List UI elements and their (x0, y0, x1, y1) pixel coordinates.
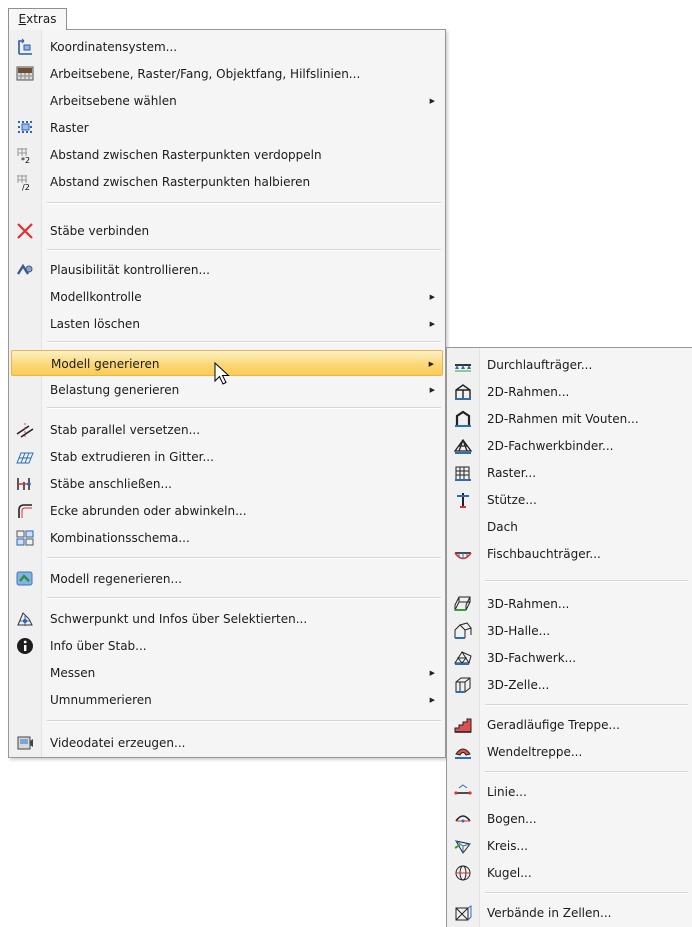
menu-item-videodatei[interactable]: Videodatei erzeugen... (11, 730, 443, 756)
submenu-item-durchlauftraeger[interactable]: Durchlaufträger... (449, 352, 690, 378)
coordinate-system-icon (18, 38, 32, 55)
menu-separator (47, 597, 441, 599)
frame-2d-haunch-icon (455, 410, 471, 427)
submenu-item-3d-halle[interactable]: 3D-Halle... (449, 618, 690, 644)
combination-scheme-icon (16, 530, 34, 546)
menu-item-raster-halbieren[interactable]: /2 Abstand zwischen Rasterpunkten halbie… (11, 169, 443, 195)
menu-item-staebe-anschliessen[interactable]: Stäbe anschließen... (11, 471, 443, 497)
submenu-item-geradlaeufige-treppe[interactable]: Geradläufige Treppe... (449, 712, 690, 738)
menu-item-messen[interactable]: Messen ▶ (11, 660, 443, 686)
arc-icon (455, 815, 471, 823)
submenu-item-2d-rahmen[interactable]: 2D-Rahmen... (449, 379, 690, 405)
column-icon (457, 493, 469, 508)
hall-3d-icon (454, 622, 472, 639)
submenu-arrow-icon: ▶ (428, 360, 434, 368)
svg-text:/2: /2 (22, 183, 30, 192)
straight-stair-icon (454, 718, 472, 733)
extrude-member-icon (16, 452, 34, 464)
submenu-arrow-icon: ▶ (429, 97, 435, 105)
spiral-stair-icon (455, 748, 471, 759)
grid-icon (18, 121, 32, 133)
submenu-item-3d-rahmen[interactable]: 3D-Rahmen... (449, 591, 690, 617)
frame-2d-icon (455, 384, 471, 400)
submenu-item-bogen[interactable]: Bogen... (449, 806, 690, 832)
menu-separator (485, 892, 688, 894)
menu-separator (485, 704, 688, 706)
submenu-item-raster[interactable]: Raster... (449, 460, 690, 486)
extras-menu: Koordinatensystem... Arbeitsebene, Raste… (8, 29, 446, 758)
menu-separator (47, 720, 441, 722)
continuous-beam-icon (455, 364, 471, 372)
truss-3d-icon (454, 651, 472, 665)
submenu-arrow-icon: ▶ (429, 669, 435, 677)
plausibility-check-icon (16, 263, 33, 275)
menu-item-raster[interactable]: Raster (11, 115, 443, 141)
menu-item-plausibilitaet[interactable]: Plausibilität kontrollieren... (11, 257, 443, 283)
fish-belly-beam-icon (454, 552, 472, 560)
grid-generate-icon (455, 466, 471, 481)
cell-3d-icon (455, 677, 471, 693)
sphere-icon (455, 865, 471, 881)
grid-half-icon: /2 (17, 175, 30, 192)
menu-separator (47, 202, 441, 204)
submenu-item-3d-fachwerk[interactable]: 3D-Fachwerk... (449, 645, 690, 671)
submenu-item-wendeltreppe[interactable]: Wendeltreppe... (449, 739, 690, 765)
join-members-icon (17, 478, 31, 490)
frame-3d-icon (454, 596, 471, 611)
submenu-item-dach[interactable]: Dach (449, 514, 690, 540)
menu-extras[interactable]: Extras (8, 8, 67, 30)
video-file-icon (17, 736, 33, 750)
submenu-arrow-icon: ▶ (429, 320, 435, 328)
menu-item-modell-regenerieren[interactable]: Modell regenerieren... (11, 566, 443, 592)
menu-item-ecke-abrunden[interactable]: Ecke abrunden oder abwinkeln... (11, 498, 443, 524)
offset-member-icon (16, 423, 34, 438)
menu-item-schwerpunkt[interactable]: Schwerpunkt und Infos über Selektierten.… (11, 606, 443, 632)
menu-separator (47, 557, 441, 559)
submenu-item-linie[interactable]: Linie... (449, 779, 690, 805)
menu-separator (485, 771, 688, 773)
submenu-arrow-icon: ▶ (429, 696, 435, 704)
menu-item-info-stab[interactable]: Info über Stab... (11, 633, 443, 659)
menu-item-kombinationsschema[interactable]: Kombinationsschema... (11, 525, 443, 551)
submenu-item-3d-zelle[interactable]: 3D-Zelle... (449, 672, 690, 698)
round-corner-icon (18, 504, 32, 518)
menu-item-stab-extrudieren[interactable]: Stab extrudieren in Gitter... (11, 444, 443, 470)
circle-icon (454, 840, 471, 854)
submenu-arrow-icon: ▶ (429, 293, 435, 301)
menu-item-koordinatensystem[interactable]: Koordinatensystem... (11, 34, 443, 60)
svg-text:*2: *2 (21, 156, 30, 165)
submenu-item-kugel[interactable]: Kugel... (449, 860, 690, 886)
line-icon (454, 784, 472, 795)
modell-generieren-submenu: Durchlaufträger... 2D-Rahmen... 2D-Rahme… (446, 347, 692, 927)
regenerate-model-icon (16, 571, 33, 586)
grid-double-icon: *2 (17, 148, 30, 165)
centroid-icon (17, 612, 33, 626)
menu-item-staebe-verbinden[interactable]: Stäbe verbinden (11, 218, 443, 244)
menu-item-umnummerieren[interactable]: Umnummerieren ▶ (11, 687, 443, 713)
submenu-item-fischbauchtraeger[interactable]: Fischbauchträger... (449, 541, 690, 567)
submenu-arrow-icon: ▶ (429, 386, 435, 394)
submenu-item-kreis[interactable]: Kreis... (449, 833, 690, 859)
menu-separator (47, 249, 441, 251)
mouse-cursor-icon (214, 362, 230, 385)
work-plane-icon (16, 66, 34, 81)
menu-separator (47, 407, 441, 409)
submenu-item-stuetze[interactable]: Stütze... (449, 487, 690, 513)
submenu-item-2d-fachwerkbinder[interactable]: 2D-Fachwerkbinder... (449, 433, 690, 459)
menu-item-stab-parallel[interactable]: Stab parallel versetzen... (11, 417, 443, 443)
menu-separator (485, 580, 688, 582)
info-icon (17, 638, 33, 654)
connect-members-icon (17, 223, 33, 239)
menu-item-raster-verdoppeln[interactable]: *2 Abstand zwischen Rasterpunkten verdop… (11, 142, 443, 168)
truss-2d-icon (453, 438, 473, 454)
submenu-item-2d-rahmen-vouten[interactable]: 2D-Rahmen mit Vouten... (449, 406, 690, 432)
menu-item-arbeitsebene-waehlen[interactable]: Arbeitsebene wählen ▶ (11, 88, 443, 114)
bracing-cells-icon (455, 905, 472, 921)
submenu-item-verbaende[interactable]: Verbände in Zellen... (449, 900, 690, 926)
menu-separator (47, 341, 441, 343)
menu-item-lasten-loeschen[interactable]: Lasten löschen ▶ (11, 311, 443, 337)
menu-item-arbeitsebene[interactable]: Arbeitsebene, Raster/Fang, Objektfang, H… (11, 61, 443, 87)
menu-item-modellkontrolle[interactable]: Modellkontrolle ▶ (11, 284, 443, 310)
